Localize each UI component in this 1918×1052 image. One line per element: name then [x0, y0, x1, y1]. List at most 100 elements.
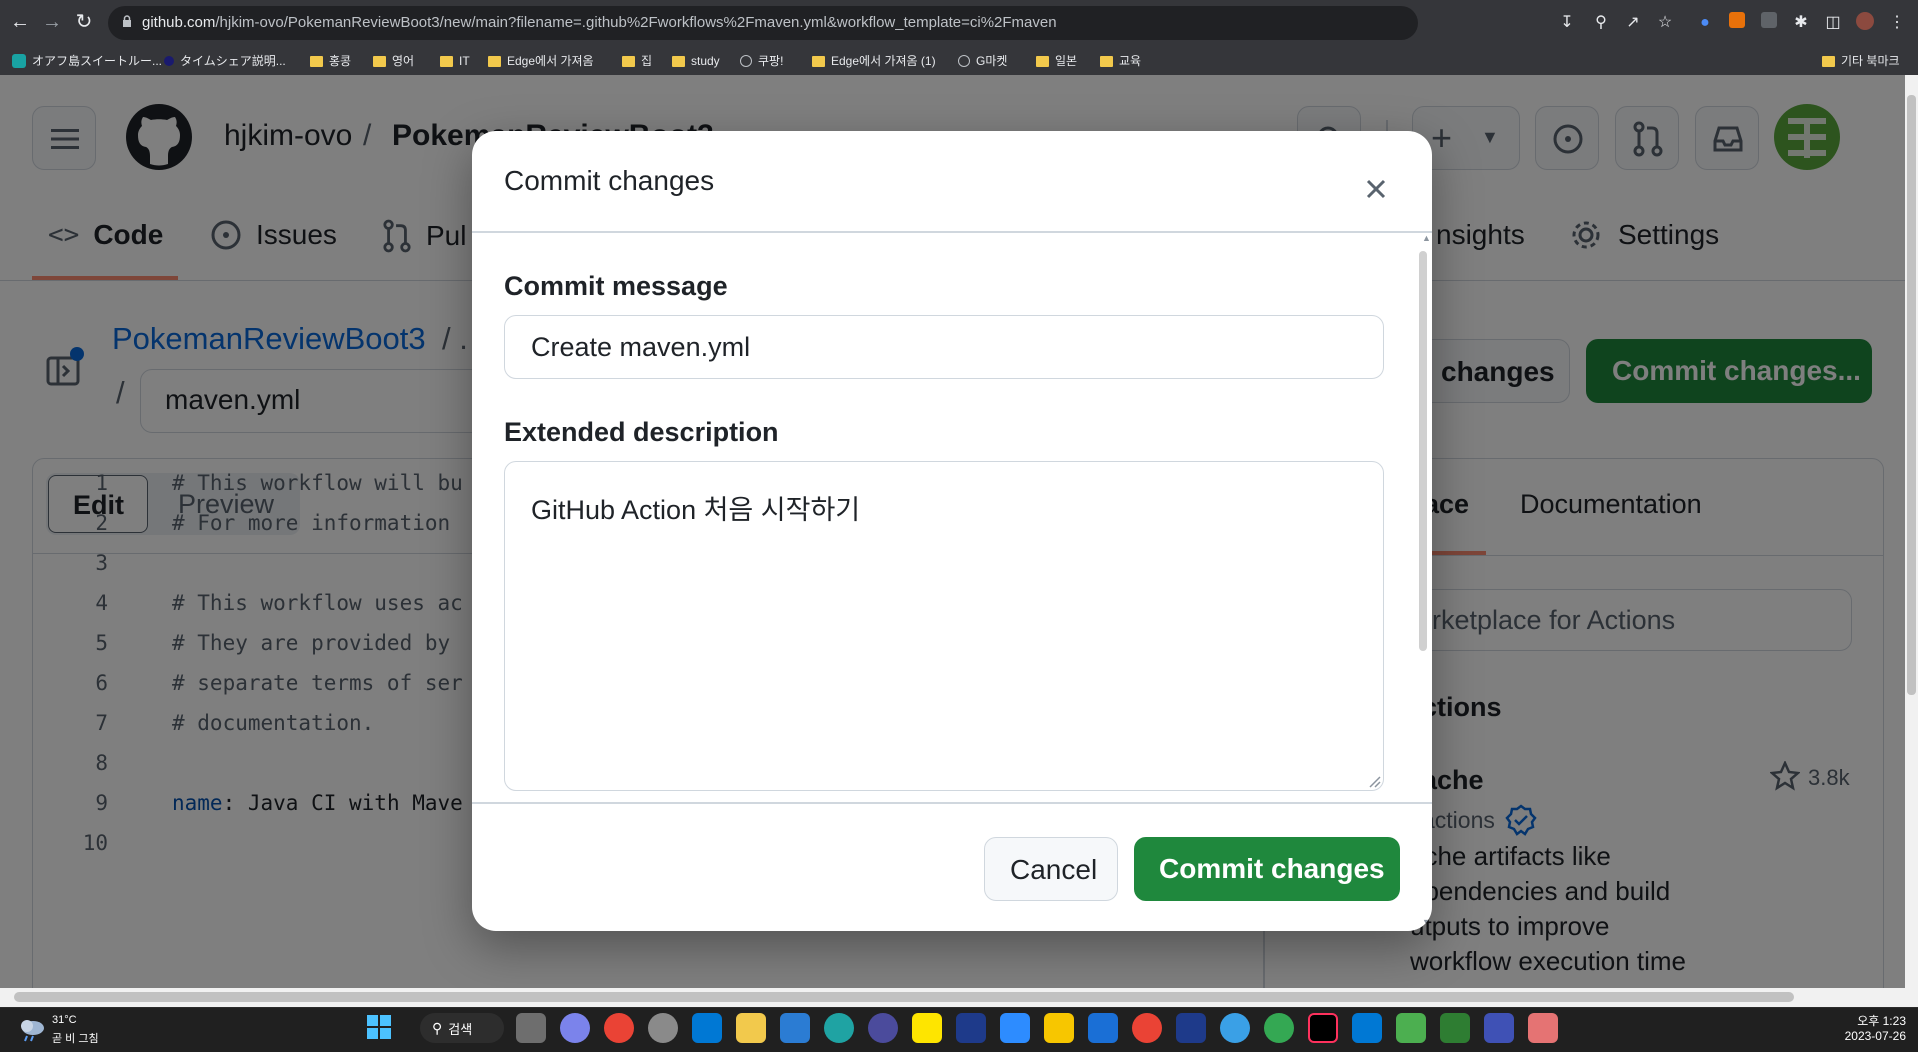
extended-description-textarea[interactable]: GitHub Action 처음 시작하기: [504, 461, 1384, 791]
bookmark-item[interactable]: 일본: [1036, 50, 1077, 72]
chrome-icon-2[interactable]: [1132, 1013, 1162, 1043]
dialog-title: Commit changes: [504, 165, 715, 196]
bookmark-label: 홍콩: [329, 54, 352, 68]
dialog-header-divider: [472, 231, 1432, 233]
chrome-icon-3[interactable]: [1264, 1013, 1294, 1043]
bookmark-item[interactable]: Edge에서 가져옴 (1): [812, 50, 936, 72]
bookmark-item[interactable]: 영어: [373, 50, 414, 72]
sticky-notes-icon[interactable]: [1044, 1013, 1074, 1043]
close-button[interactable]: [1356, 169, 1396, 209]
cancel-button-label: Cancel: [1010, 854, 1098, 885]
bookmark-label: 기타 북마크: [1841, 54, 1900, 68]
folder-icon: [488, 55, 501, 67]
commit-message-input[interactable]: Create maven.yml: [504, 315, 1384, 379]
snipping-tool-icon[interactable]: [1528, 1013, 1558, 1043]
app-icon[interactable]: [868, 1013, 898, 1043]
folder-icon: [1036, 55, 1049, 67]
reload-icon[interactable]: ↻: [72, 10, 96, 34]
bookmark-item[interactable]: オアフ島スイートルー...: [12, 50, 162, 72]
bookmark-label: 교육: [1119, 54, 1142, 68]
kakaotalk-icon[interactable]: [912, 1013, 942, 1043]
bookmark-item[interactable]: IT: [440, 50, 470, 72]
windows-start-icon[interactable]: [366, 1014, 392, 1040]
settings-gear-icon[interactable]: [648, 1013, 678, 1043]
zoom-icon[interactable]: ⚲: [1590, 12, 1612, 34]
teams-chat-icon[interactable]: [560, 1013, 590, 1043]
dialog-footer-divider: [472, 802, 1432, 804]
weather-icon[interactable]: [18, 1014, 44, 1042]
bookmark-item[interactable]: 홍콩: [310, 50, 351, 72]
forward-icon[interactable]: →: [40, 10, 64, 34]
bookmark-item[interactable]: 쿠팡!: [740, 50, 783, 72]
folder-icon: [1100, 55, 1113, 67]
commit-changes-label: Commit changes: [1159, 853, 1385, 884]
task-view-icon[interactable]: [516, 1013, 546, 1043]
horizontal-scrollbar[interactable]: [0, 988, 1905, 1007]
resize-handle-icon[interactable]: [1367, 774, 1381, 788]
notepad-icon[interactable]: [1396, 1013, 1426, 1043]
folder-icon: [310, 55, 323, 67]
chrome-icon[interactable]: [604, 1013, 634, 1043]
bookmark-label: タイムシェア説明...: [180, 54, 286, 68]
taskbar-search-label: 검색: [448, 1021, 473, 1037]
dialog-scrollbar[interactable]: ▲ ▼: [1416, 233, 1431, 931]
app-icon-2[interactable]: [1088, 1013, 1118, 1043]
globe-icon: [958, 55, 970, 67]
bookmark-label: G마켓: [976, 54, 1008, 68]
store-icon[interactable]: [692, 1013, 722, 1043]
bookmark-item[interactable]: study: [672, 50, 720, 72]
file-explorer-icon[interactable]: [736, 1013, 766, 1043]
vertical-scrollbar[interactable]: [1905, 75, 1918, 1007]
h-scrollbar-thumb[interactable]: [14, 992, 1794, 1002]
back-icon[interactable]: ←: [8, 10, 32, 34]
bookmark-item[interactable]: G마켓: [958, 50, 1007, 72]
webex-icon-2[interactable]: [1176, 1013, 1206, 1043]
folder-icon: [622, 55, 635, 67]
folder-icon: [440, 55, 453, 67]
cancel-button[interactable]: Cancel: [984, 837, 1118, 901]
profile-icon[interactable]: [1854, 12, 1876, 34]
bookmark-label: オアフ島スイートルー...: [32, 54, 163, 68]
vscode-icon[interactable]: [1352, 1013, 1382, 1043]
extended-description-label: Extended description: [504, 417, 779, 447]
folder-icon: [812, 55, 825, 67]
commit-message-label: Commit message: [504, 271, 728, 301]
mail-icon[interactable]: [780, 1013, 810, 1043]
v-scrollbar-thumb[interactable]: [1907, 95, 1916, 695]
extension-icon[interactable]: ●: [1694, 12, 1716, 34]
bookmark-item[interactable]: 집: [622, 50, 652, 72]
extension-icon-2[interactable]: [1726, 12, 1748, 34]
edge-icon[interactable]: [824, 1013, 854, 1043]
webex-icon[interactable]: [956, 1013, 986, 1043]
weather-temp: 31°C: [52, 1014, 77, 1026]
scrollbar-thumb[interactable]: [1419, 251, 1427, 651]
bookmark-label: IT: [459, 54, 470, 68]
bookmark-label: 일본: [1055, 54, 1078, 68]
puzzle-icon[interactable]: ✱: [1790, 12, 1812, 34]
docker-icon[interactable]: [1220, 1013, 1250, 1043]
sidepanel-icon[interactable]: ◫: [1822, 12, 1844, 34]
star-bookmark-icon[interactable]: ☆: [1654, 12, 1676, 34]
bookmark-item[interactable]: Edge에서 가져옴: [488, 50, 594, 72]
intellij-icon[interactable]: [1308, 1013, 1338, 1043]
share-icon[interactable]: ↗: [1622, 12, 1644, 34]
app-icon-4[interactable]: [1484, 1013, 1514, 1043]
bookmark-item[interactable]: 교육: [1100, 50, 1141, 72]
menu-dots-icon[interactable]: ⋮: [1886, 12, 1908, 34]
commit-changes-dialog: Commit changes Commit message Create mav…: [472, 131, 1432, 931]
clock-date[interactable]: 2023-07-26: [1826, 1029, 1906, 1043]
url-text: github.com/hjkim-ovo/PokemanReviewBoot3/…: [142, 14, 1057, 31]
clock-time[interactable]: 오후 1:23: [1826, 1012, 1906, 1029]
weather-desc: 곧 비 그침: [52, 1033, 99, 1045]
app-icon-3[interactable]: [1440, 1013, 1470, 1043]
extension-icon-3[interactable]: [1758, 12, 1780, 34]
install-icon[interactable]: ↧: [1556, 12, 1578, 34]
taskbar-search[interactable]: ⚲ 검색: [420, 1013, 504, 1043]
scroll-down-icon[interactable]: ▼: [1422, 917, 1431, 927]
zoom-app-icon[interactable]: [1000, 1013, 1030, 1043]
bookmark-item[interactable]: タイムシェア説明...: [164, 50, 286, 72]
commit-changes-button[interactable]: Commit changes: [1134, 837, 1400, 901]
bookmark-label: study: [691, 54, 720, 68]
other-bookmarks[interactable]: 기타 북마크: [1822, 50, 1900, 72]
scroll-up-icon[interactable]: ▲: [1422, 233, 1431, 243]
